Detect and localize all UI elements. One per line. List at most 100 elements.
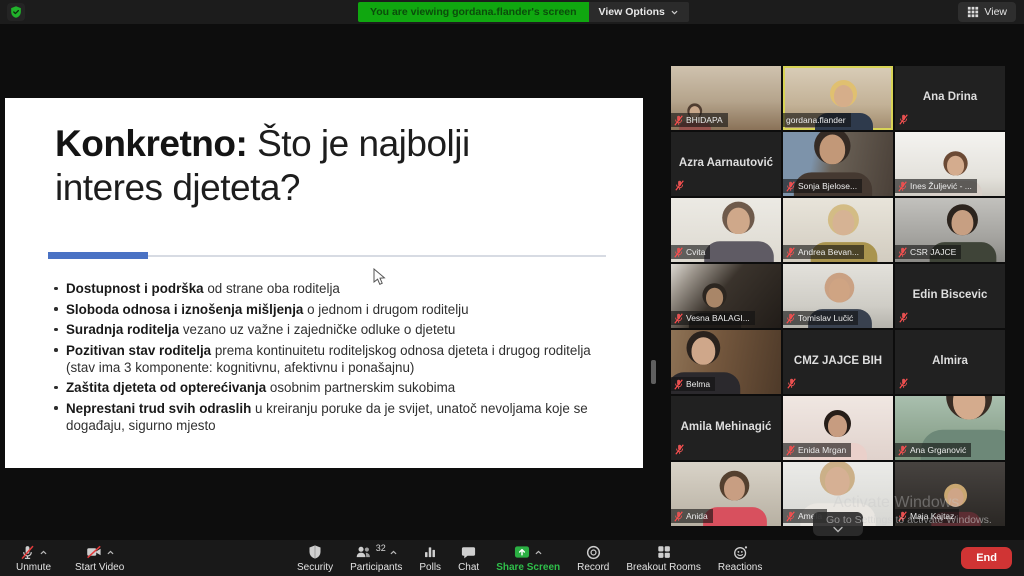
- muted-mic-icon: [675, 180, 684, 191]
- video-off-icon: [85, 544, 103, 560]
- presentation-slide: Konkretno: Što je najbolji interes djete…: [5, 98, 643, 468]
- meeting-info-shield-icon[interactable]: [7, 3, 25, 21]
- share-icon: [513, 544, 531, 560]
- participant-tile[interactable]: Edin Biscevic: [895, 264, 1005, 328]
- reactions-icon: [732, 544, 749, 561]
- participant-name-label: Sonja Bjelose...: [783, 179, 862, 193]
- muted-mic-icon: [674, 379, 683, 390]
- slide-scrollbar[interactable]: [651, 360, 656, 384]
- participants-count: 32: [376, 543, 386, 553]
- reactions-label: Reactions: [718, 562, 762, 573]
- participant-name: gordana.flander: [786, 114, 846, 126]
- muted-mic-icon: [674, 247, 683, 258]
- slide-bullet: Neprestani trud svih odraslih u kreiranj…: [51, 400, 617, 434]
- slide-bullet: Zaštita djeteta od opterećivanja osobnim…: [51, 379, 617, 396]
- participant-tile[interactable]: CMZ JAJCE BIH: [783, 330, 893, 394]
- security-label: Security: [297, 562, 333, 573]
- end-meeting-button[interactable]: End: [961, 547, 1012, 569]
- participant-tile[interactable]: Amila Mehinagić: [671, 396, 781, 460]
- breakout-rooms-button[interactable]: Breakout Rooms: [626, 543, 700, 573]
- participant-tile[interactable]: gordana.flander: [783, 66, 893, 130]
- reactions-button[interactable]: Reactions: [718, 543, 762, 573]
- participant-name: CMZ JAJCE BIH: [783, 355, 893, 367]
- chat-button[interactable]: Chat: [458, 543, 479, 573]
- participant-tile[interactable]: Sonja Bjelose...: [783, 132, 893, 196]
- participant-tile[interactable]: Ines Žuljević - ...: [895, 132, 1005, 196]
- muted-mic-icon: [674, 313, 683, 324]
- participant-name: Sonja Bjelose...: [798, 180, 857, 192]
- participant-name-label: CSR JAJCE: [895, 245, 961, 259]
- participant-name-label: Belma: [671, 377, 715, 391]
- chevron-up-icon[interactable]: [389, 548, 398, 557]
- participant-name-label: Tomislav Lučić: [783, 311, 858, 325]
- screen-share-banner-row: You are viewing gordana.flander's screen…: [358, 2, 689, 22]
- share-screen-button[interactable]: Share Screen: [496, 543, 560, 573]
- participant-tile[interactable]: Almira: [895, 330, 1005, 394]
- participant-name: Belma: [686, 378, 710, 390]
- view-options-button[interactable]: View Options: [589, 2, 689, 22]
- view-options-label: View Options: [599, 2, 665, 22]
- unmute-button[interactable]: Unmute: [16, 543, 51, 573]
- grid-view-icon: [967, 6, 979, 18]
- unmute-label: Unmute: [16, 562, 51, 573]
- muted-mic-icon: [674, 511, 683, 522]
- muted-mic-icon: [675, 444, 684, 455]
- muted-mic-icon: [787, 378, 796, 389]
- chevron-up-icon[interactable]: [534, 548, 543, 557]
- meeting-toolbar: Unmute Start Video Security 32 Participants…: [0, 540, 1024, 576]
- chat-icon: [460, 544, 477, 560]
- polls-button[interactable]: Polls: [419, 543, 441, 573]
- record-label: Record: [577, 562, 609, 573]
- participant-tile[interactable]: Ana Grganović: [895, 396, 1005, 460]
- breakout-rooms-label: Breakout Rooms: [626, 562, 700, 573]
- participant-tile[interactable]: CSR JAJCE: [895, 198, 1005, 262]
- participants-button[interactable]: 32 Participants: [350, 543, 402, 573]
- participant-name: Ana Grganović: [910, 444, 966, 456]
- muted-mic-icon: [899, 378, 908, 389]
- participant-name: Edin Biscevic: [895, 289, 1005, 301]
- participant-tile[interactable]: Vesna BALAGI...: [671, 264, 781, 328]
- start-video-button[interactable]: Start Video: [75, 543, 124, 573]
- polls-label: Polls: [419, 562, 441, 573]
- slide-bullet: Sloboda odnosa i iznošenja mišljenja o j…: [51, 301, 617, 318]
- shield-check-icon: [9, 5, 23, 19]
- muted-mic-icon: [899, 312, 908, 323]
- shield-icon: [307, 544, 323, 560]
- record-button[interactable]: Record: [577, 543, 609, 573]
- activate-windows-watermark: Activate Windows: [833, 494, 959, 512]
- chevron-up-icon[interactable]: [106, 548, 115, 557]
- activate-windows-subtext: Go to Settings to activate Windows.: [826, 514, 992, 526]
- participant-name: Cvita: [686, 246, 705, 258]
- participant-tile[interactable]: Cvita: [671, 198, 781, 262]
- participant-name-label: Ana Grganović: [895, 443, 971, 457]
- participant-name: Anida: [686, 510, 708, 522]
- people-icon: [355, 544, 372, 560]
- view-button[interactable]: View: [958, 2, 1016, 22]
- participant-name: Almira: [895, 355, 1005, 367]
- breakout-icon: [656, 544, 672, 560]
- muted-mic-icon: [786, 247, 795, 258]
- security-button[interactable]: Security: [297, 543, 333, 573]
- slide-bullet-list: Dostupnost i podrška od strane oba rodit…: [51, 280, 617, 437]
- muted-mic-icon: [898, 181, 907, 192]
- participant-tile[interactable]: BHIDAPA: [671, 66, 781, 130]
- participant-tile[interactable]: Andrea Bevan...: [783, 198, 893, 262]
- record-icon: [585, 544, 602, 561]
- slide-title-bold: Konkretno:: [55, 123, 247, 164]
- chevron-up-icon[interactable]: [39, 548, 48, 557]
- chevron-down-icon: [670, 8, 679, 17]
- share-screen-label: Share Screen: [496, 562, 560, 573]
- slide-bullet: Pozitivan stav roditelja prema kontinuit…: [51, 342, 617, 376]
- view-button-label: View: [984, 6, 1007, 18]
- participants-label: Participants: [350, 562, 402, 573]
- participant-tile[interactable]: Azra Aarnautović: [671, 132, 781, 196]
- zoom-meeting-window: { "colors":{"banner_green":"#10a710","sh…: [0, 0, 1024, 576]
- participant-tile[interactable]: Tomislav Lučić: [783, 264, 893, 328]
- participant-name-label: Cvita: [671, 245, 710, 259]
- participant-name-label: Vesna BALAGI...: [671, 311, 755, 325]
- participant-tile[interactable]: Ana Drina: [895, 66, 1005, 130]
- toolbar-center-group: Security 32 Participants Polls Chat Share Scr…: [297, 543, 762, 573]
- participant-tile[interactable]: Anida: [671, 462, 781, 526]
- participant-tile[interactable]: Belma: [671, 330, 781, 394]
- participant-tile[interactable]: Enida Mrgan: [783, 396, 893, 460]
